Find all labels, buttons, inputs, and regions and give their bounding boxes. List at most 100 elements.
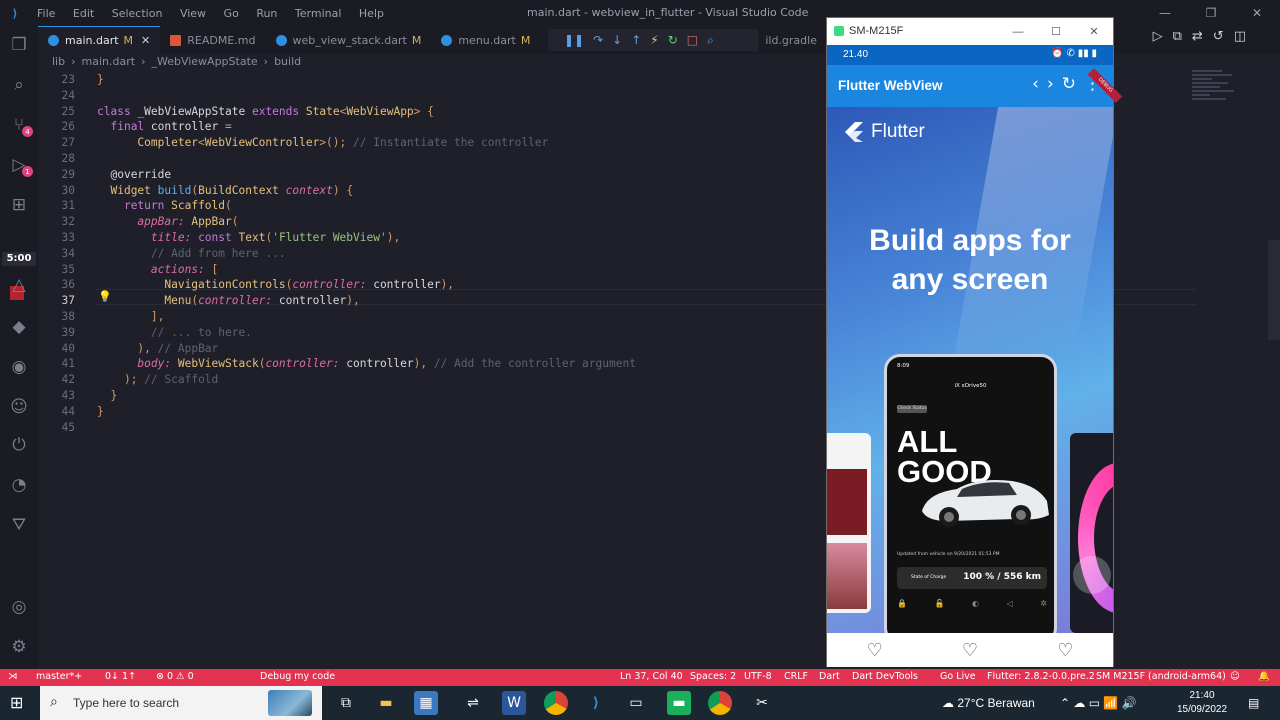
close-icon[interactable]: ✕	[1234, 0, 1280, 26]
site-logo-text: Flutter	[871, 121, 925, 142]
tab-close-icon[interactable]: ✕	[141, 34, 150, 47]
github-icon[interactable]: ◉	[0, 352, 38, 382]
tab-readme[interactable]: README.md	[160, 26, 265, 54]
menu-run[interactable]: Run	[256, 7, 277, 20]
gitlab-icon[interactable]: ⛛	[0, 510, 38, 540]
eol-status[interactable]: CRLF	[784, 671, 808, 682]
account-icon[interactable]: ◎	[0, 592, 38, 622]
minimize-icon[interactable]: —	[1142, 0, 1188, 26]
timeline-icon[interactable]: ◔	[0, 470, 38, 500]
pause-icon[interactable]: ❚❚	[564, 33, 584, 47]
encoding-status[interactable]: UTF-8	[744, 671, 772, 682]
chrome-icon[interactable]	[544, 691, 568, 715]
menu-go[interactable]: Go	[224, 7, 239, 20]
menu-selection[interactable]: Selection	[112, 7, 163, 20]
line-number: 34	[61, 246, 75, 260]
reload-icon[interactable]: ↻	[1062, 74, 1076, 94]
file-explorer-icon[interactable]: ▬	[374, 691, 398, 715]
task-view-icon[interactable]: ⧉	[334, 691, 358, 715]
breadcrumb-lib[interactable]: lib	[52, 55, 65, 68]
tray-icons[interactable]: ⌃ ☁ ▭ 📶 🔊	[1060, 696, 1137, 710]
breadcrumb-class[interactable]: _WebViewAppState	[151, 55, 257, 68]
store-icon[interactable]: ▦	[414, 691, 438, 715]
step-out-icon[interactable]: ↑	[631, 33, 641, 47]
history-icon[interactable]: ↺	[1213, 29, 1224, 44]
split-editor-icon[interactable]: ◫	[1234, 29, 1246, 44]
branch-status[interactable]: master*+	[36, 671, 82, 682]
stop-icon[interactable]: □	[687, 33, 698, 47]
restart-icon[interactable]: ↻	[668, 33, 678, 47]
indentation-status[interactable]: Spaces: 2	[690, 671, 736, 682]
heart-icon[interactable]: ♡	[1057, 640, 1073, 661]
extensions-icon[interactable]: ⊞	[0, 190, 38, 220]
forward-arrow-icon[interactable]: ›	[1047, 74, 1054, 94]
settings-gear-icon[interactable]: ⚙	[0, 632, 38, 662]
heart-icon[interactable]: ♡	[867, 640, 883, 661]
webview-content[interactable]: Flutter Build apps for any screen 8:09 i…	[827, 107, 1113, 633]
flutter-version-status[interactable]: Flutter: 2.8.2-0.0.pre.2	[987, 671, 1095, 682]
android-studio-icon[interactable]: ▬	[667, 691, 691, 715]
floating-action-button[interactable]	[1073, 556, 1111, 594]
testing-icon[interactable]: △	[0, 270, 38, 300]
tab-build-gradle[interactable]: ild.gradle	[755, 26, 827, 54]
breadcrumb-file[interactable]: main.dart	[82, 55, 136, 68]
device-status[interactable]: SM M215F (android-arm64)	[1096, 671, 1226, 682]
clock-date: 15/09/2022	[1176, 704, 1228, 715]
vertical-scrollbar[interactable]	[1268, 240, 1280, 340]
sync-status[interactable]: 0↓ 1↑	[105, 671, 136, 682]
weather-widget[interactable]: ☁ 27°C Berawan	[942, 696, 1035, 710]
problems-status[interactable]: ⊗ 0 ⚠ 0	[156, 671, 194, 682]
tab-main-dart[interactable]: main.dart M ✕	[38, 26, 161, 54]
markdown-file-icon	[170, 34, 182, 46]
menu-edit[interactable]: Edit	[73, 7, 94, 20]
emulator-close-icon[interactable]: ✕	[1075, 18, 1113, 45]
heart-icon[interactable]: ♡	[962, 640, 978, 661]
menu-view[interactable]: View	[180, 7, 206, 20]
vscode-taskbar-icon[interactable]: ⟩	[584, 691, 608, 715]
back-arrow-icon[interactable]: ‹	[1032, 74, 1039, 94]
menu-file[interactable]: File	[37, 7, 55, 20]
mock-icon-row: 🔒 🔓 ◐ ◁ ✲	[897, 599, 1047, 608]
inspect-icon[interactable]: ⌕	[707, 33, 714, 48]
chrome-profile-icon[interactable]	[708, 691, 732, 715]
emulator-maximize-icon[interactable]: ☐	[1037, 18, 1075, 45]
windows-start-icon[interactable]: ⊞	[10, 695, 26, 711]
notification-center-icon[interactable]: ▤	[1248, 696, 1259, 710]
remote-indicator-icon[interactable]: ⋊	[8, 671, 18, 682]
tab-label: README.md	[187, 33, 256, 47]
network-app-icon[interactable]: ⇌	[461, 691, 485, 715]
compare-icon[interactable]: ⇄	[1192, 29, 1203, 44]
taskbar-search[interactable]: ⌕ Type here to search	[40, 686, 322, 720]
debug-status[interactable]: Debug my code	[260, 671, 335, 682]
emulator-minimize-icon[interactable]: —	[999, 18, 1037, 45]
tab-menu-dart[interactable]: menu.dart M	[431, 26, 540, 54]
minimap[interactable]	[1192, 70, 1238, 130]
run-debug-icon[interactable]: ▷ 1	[0, 150, 38, 180]
search-icon[interactable]: ⌕	[0, 70, 38, 100]
devtools-status[interactable]: Dart DevTools	[852, 671, 918, 682]
notifications-icon[interactable]: 🔔	[1258, 671, 1270, 682]
go-live-button[interactable]: Go Live	[940, 671, 976, 682]
menu-help[interactable]: Help	[359, 7, 384, 20]
language-status[interactable]: Dart	[819, 671, 840, 682]
word-icon[interactable]: W	[502, 691, 526, 715]
open-devtools-icon[interactable]: ⧉	[1173, 29, 1182, 44]
source-control-icon[interactable]: ⑂ 4	[0, 110, 38, 140]
snipping-tool-icon[interactable]: ✂	[750, 691, 774, 715]
feedback-icon[interactable]: ☺	[1230, 671, 1240, 682]
remote-icon[interactable]: ☺	[0, 392, 38, 422]
breadcrumb-method[interactable]: build	[274, 55, 301, 68]
tab-web-view-stack[interactable]: web_view_stack.dart M	[266, 26, 432, 54]
restore-icon[interactable]: ❐	[1188, 0, 1234, 26]
run-icon[interactable]: ▷	[1153, 29, 1163, 44]
menu-terminal[interactable]: Terminal	[295, 7, 342, 20]
step-into-icon[interactable]: ↓	[612, 33, 622, 47]
hot-reload-icon[interactable]: ⚡	[650, 33, 658, 47]
taskbar-clock[interactable]: 21:40 15/09/2022	[1174, 689, 1230, 717]
step-over-icon[interactable]: ↷	[593, 33, 603, 47]
cursor-position[interactable]: Ln 37, Col 40	[620, 671, 683, 682]
power-icon[interactable]: ⏻	[0, 430, 38, 460]
flutter-icon[interactable]: ◆	[0, 312, 38, 342]
explorer-icon[interactable]: ❐	[0, 30, 38, 60]
terminal-icon[interactable]: ▭	[624, 691, 648, 715]
